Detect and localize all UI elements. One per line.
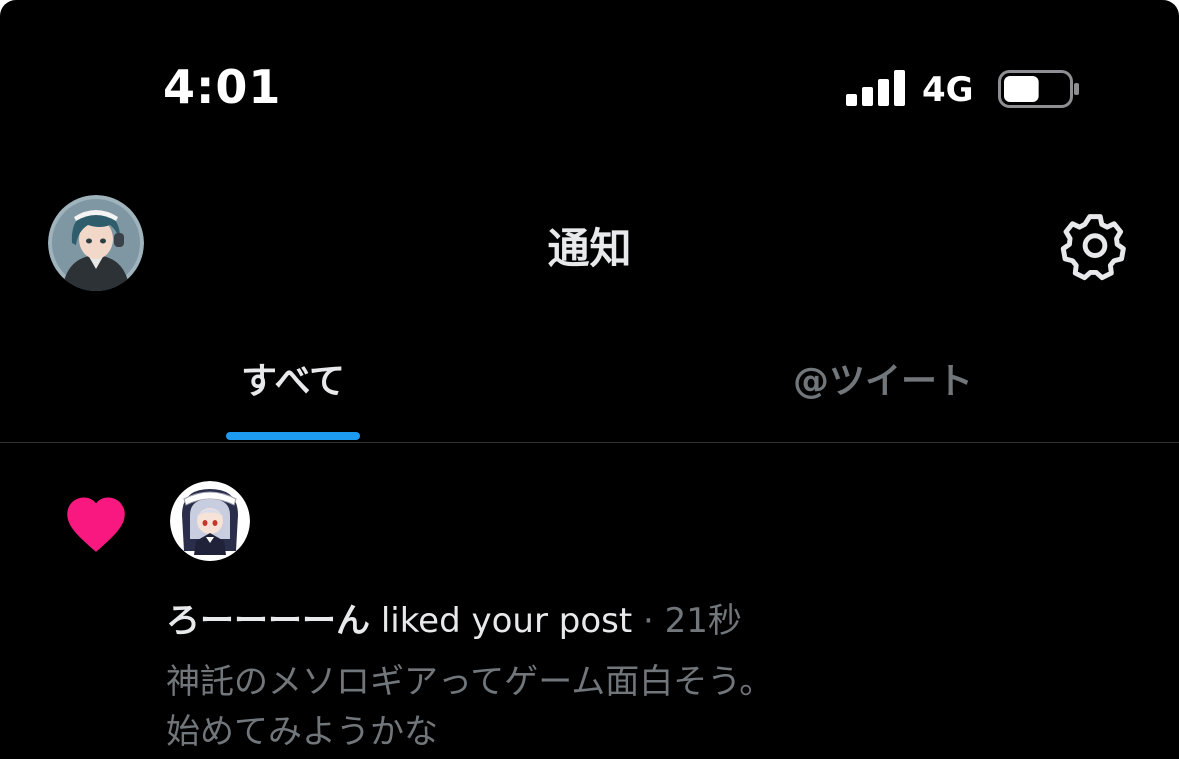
post-text-line: 始めてみようかな: [166, 712, 438, 752]
app-screen: 4:01 4G 通知 すべて @ツイート ろーーーーん liked your p…: [0, 0, 1179, 759]
active-tab-indicator: [226, 432, 360, 440]
cellular-signal-icon: [846, 70, 906, 106]
user-avatar[interactable]: [170, 481, 250, 561]
separator-dot: ·: [643, 601, 654, 641]
status-time: 4:01: [163, 60, 282, 114]
notification-action: liked your post: [380, 601, 633, 641]
network-type: 4G: [922, 70, 974, 110]
notification-tabs: すべて @ツイート: [0, 330, 1179, 443]
tab-all[interactable]: すべて: [190, 352, 396, 404]
heart-icon: [67, 497, 125, 552]
gear-icon[interactable]: [1058, 208, 1132, 282]
notification-summary: ろーーーーん liked your post · 21秒: [166, 593, 742, 642]
post-text-line: 神託のメソロギアってゲーム面白そう。: [166, 662, 774, 702]
page-title: 通知: [547, 224, 632, 273]
tab-mentions[interactable]: @ツイート: [770, 352, 996, 404]
user-name[interactable]: ろーーーーん: [166, 601, 370, 641]
notification-time: 21秒: [664, 601, 742, 641]
post-preview: 神託のメソロギアってゲーム面白そう。 始めてみようかな: [166, 657, 1066, 757]
notification-item[interactable]: ろーーーーん liked your post · 21秒 神託のメソロギアってゲ…: [0, 443, 1179, 759]
battery-icon: [998, 70, 1079, 108]
